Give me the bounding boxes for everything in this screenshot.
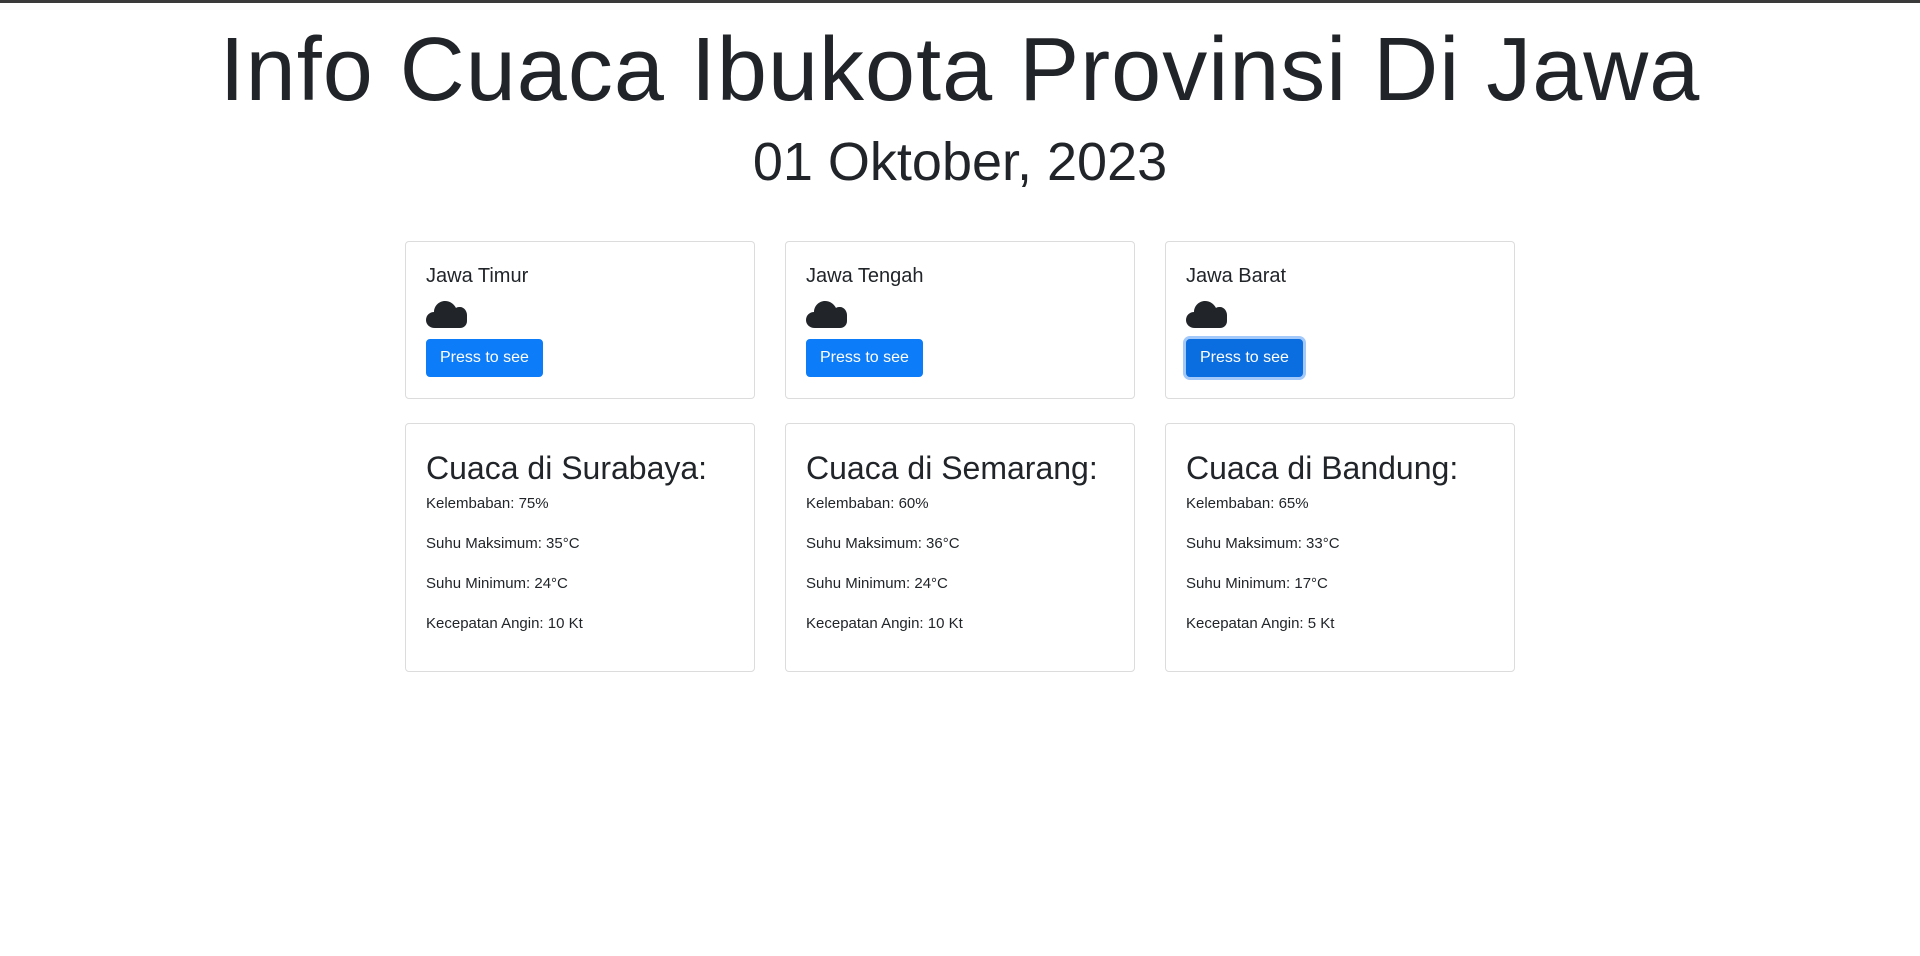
humidity-text: Kelembaban: 75% xyxy=(426,495,549,512)
province-name: Jawa Tengah xyxy=(806,265,924,287)
press-to-see-button[interactable]: Press to see xyxy=(806,339,923,377)
weather-title: Cuaca di Surabaya: xyxy=(426,450,708,486)
wind-speed-text: Kecepatan Angin: 10 Kt xyxy=(426,615,583,632)
max-temp-text: Suhu Maksimum: 36°C xyxy=(806,535,960,552)
province-name: Jawa Timur xyxy=(426,265,529,287)
province-card-jawa-tengah: Jawa Tengah Press to see xyxy=(785,241,1135,399)
weather-card-bandung: Cuaca di Bandung: Kelembaban: 65% Suhu M… xyxy=(1165,423,1515,672)
wind-speed-text: Kecepatan Angin: 10 Kt xyxy=(806,615,963,632)
province-card-jawa-timur: Jawa Timur Press to see xyxy=(405,241,755,399)
min-temp-text: Suhu Minimum: 24°C xyxy=(806,575,948,592)
province-card-row: Jawa Timur Press to see Jawa Tengah Pres… xyxy=(405,241,1515,399)
min-temp-text: Suhu Minimum: 17°C xyxy=(1186,575,1328,592)
wind-speed-text: Kecepatan Angin: 5 Kt xyxy=(1186,615,1335,632)
weather-card-surabaya: Cuaca di Surabaya: Kelembaban: 75% Suhu … xyxy=(405,423,755,672)
weather-card-row: Cuaca di Surabaya: Kelembaban: 75% Suhu … xyxy=(405,423,1515,672)
cloud-icon xyxy=(806,301,847,328)
province-name: Jawa Barat xyxy=(1186,265,1287,287)
cloud-icon xyxy=(426,301,467,328)
max-temp-text: Suhu Maksimum: 33°C xyxy=(1186,535,1340,552)
weather-title: Cuaca di Semarang: xyxy=(806,450,1098,486)
window-top-border xyxy=(0,0,1920,3)
min-temp-text: Suhu Minimum: 24°C xyxy=(426,575,568,592)
max-temp-text: Suhu Maksimum: 35°C xyxy=(426,535,580,552)
press-to-see-button[interactable]: Press to see xyxy=(426,339,543,377)
humidity-text: Kelembaban: 65% xyxy=(1186,495,1309,512)
province-card-jawa-barat: Jawa Barat Press to see xyxy=(1165,241,1515,399)
weather-card-semarang: Cuaca di Semarang: Kelembaban: 60% Suhu … xyxy=(785,423,1135,672)
weather-title: Cuaca di Bandung: xyxy=(1186,450,1459,486)
page-date: 01 Oktober, 2023 xyxy=(752,132,1168,192)
cloud-icon xyxy=(1186,301,1227,328)
press-to-see-button[interactable]: Press to see xyxy=(1186,339,1303,377)
humidity-text: Kelembaban: 60% xyxy=(806,495,929,512)
page-title: Info Cuaca Ibukota Provinsi Di Jawa xyxy=(219,20,1701,120)
